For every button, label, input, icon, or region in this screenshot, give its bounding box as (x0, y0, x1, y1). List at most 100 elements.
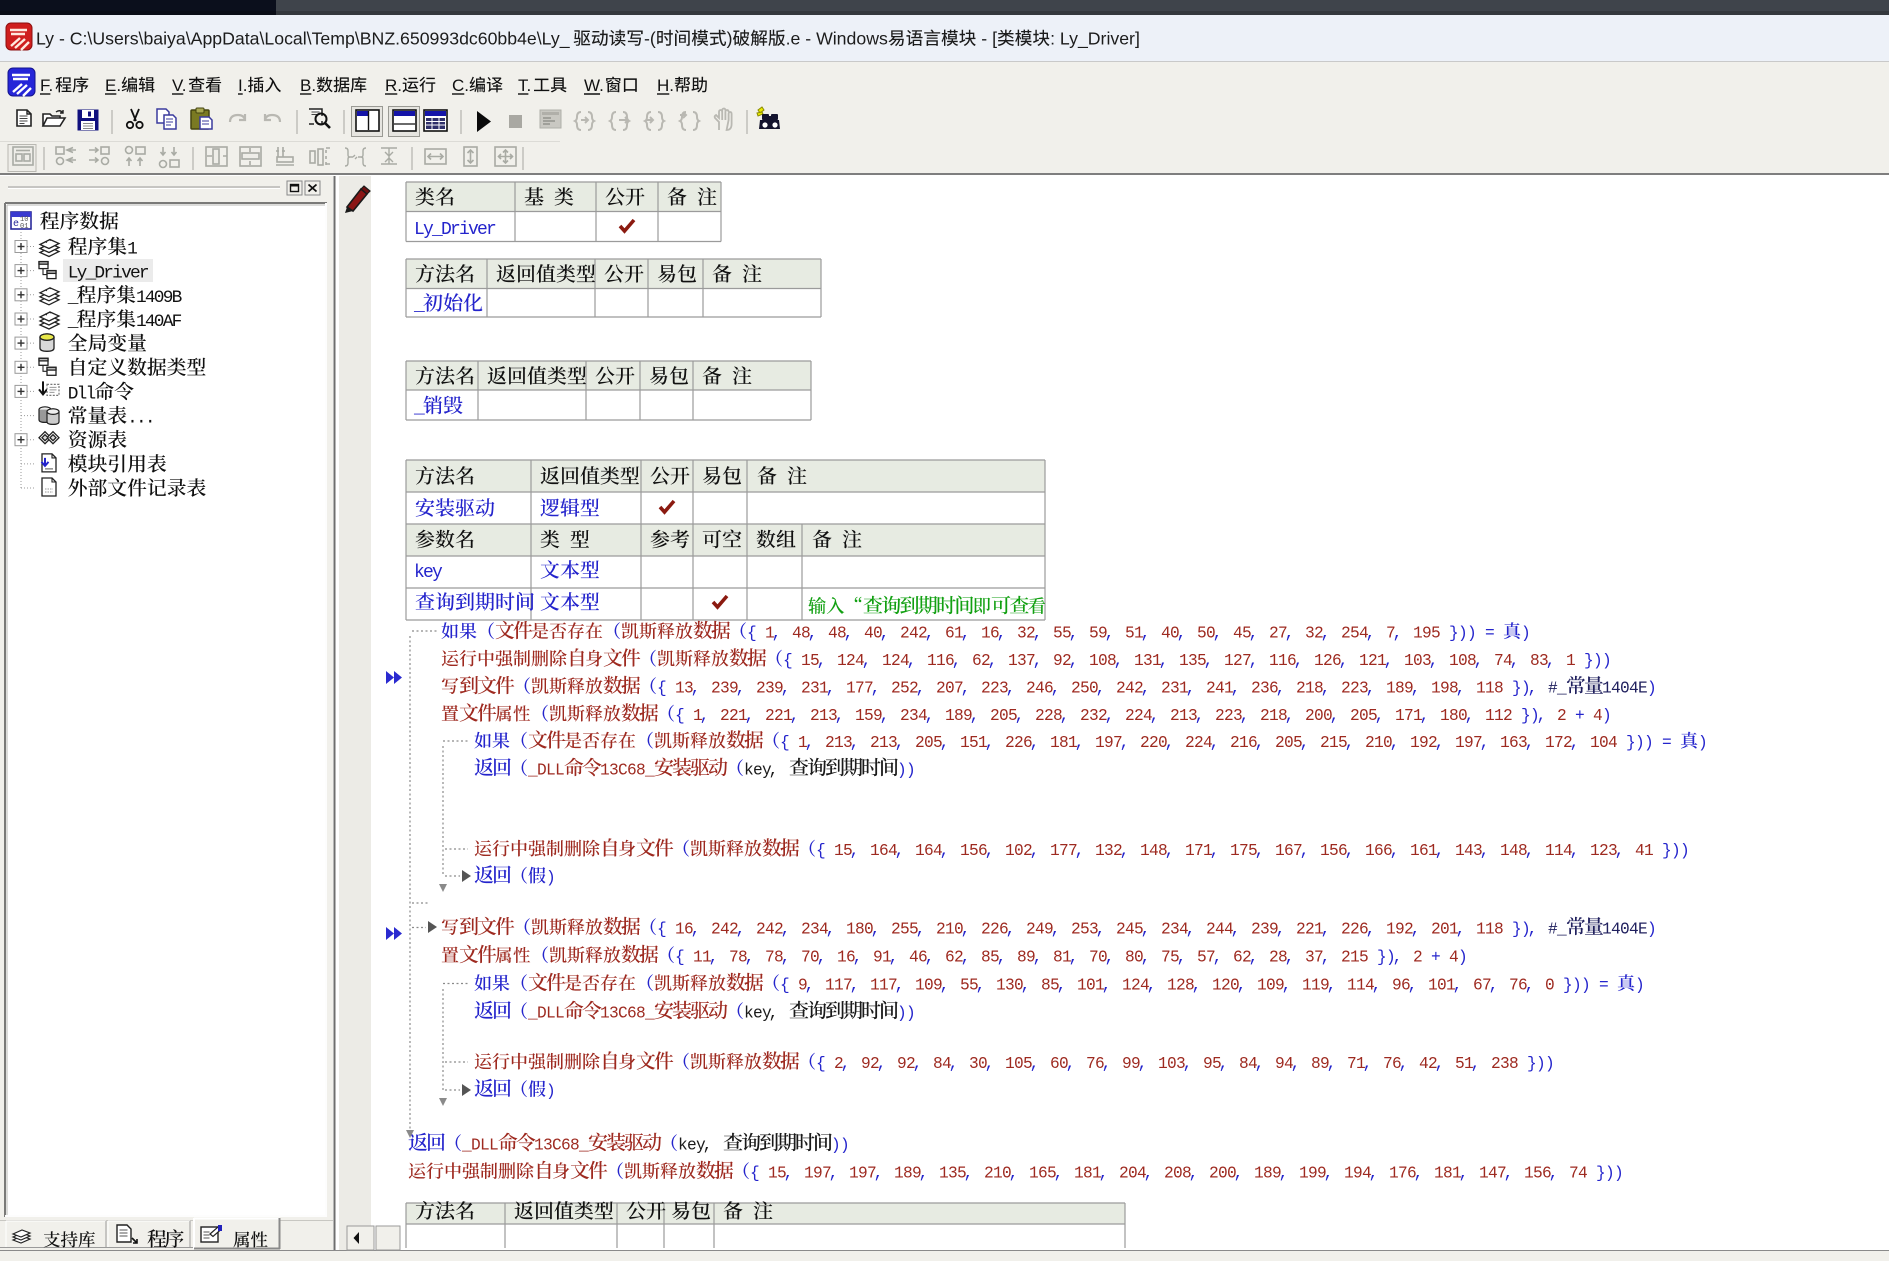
svg-text:156: 156 (960, 842, 987, 860)
svg-text:,: , (925, 949, 935, 967)
svg-text:116: 116 (927, 652, 954, 670)
svg-text:,: , (1528, 680, 1538, 698)
svg-text:,: , (769, 762, 779, 780)
svg-text:,: , (745, 707, 755, 725)
svg-text:109: 109 (915, 977, 942, 995)
svg-text:0: 0 (1545, 977, 1554, 995)
svg-text:C.: C. (452, 76, 469, 95)
svg-text:,: , (772, 625, 782, 643)
svg-text:key: key (414, 563, 443, 583)
svg-text:,: , (1435, 734, 1445, 752)
svg-text:,: , (1363, 1055, 1373, 1073)
svg-text:249: 249 (1026, 921, 1053, 939)
svg-text:,: , (862, 652, 872, 670)
svg-text:,: , (1006, 921, 1016, 939)
svg-text:189: 189 (945, 707, 972, 725)
svg-text:1: 1 (127, 240, 137, 260)
svg-text:,: , (961, 625, 971, 643)
svg-text:231: 231 (801, 680, 828, 698)
svg-text:,: , (895, 842, 905, 860)
svg-text:,: , (1141, 680, 1151, 698)
svg-text:,: , (1411, 921, 1421, 939)
svg-text:,: , (940, 842, 950, 860)
svg-text:,: , (745, 949, 755, 967)
svg-text:,: , (1510, 652, 1520, 670)
svg-text:01: 01 (20, 223, 28, 231)
svg-text:,: , (1033, 949, 1043, 967)
svg-text:118: 118 (1476, 921, 1503, 939)
svg-text:,: , (1096, 921, 1106, 939)
svg-text:,: , (844, 625, 854, 643)
svg-text:,: , (1105, 707, 1115, 725)
svg-text:104: 104 (1590, 734, 1617, 752)
svg-text:,: , (817, 652, 827, 670)
svg-text:,: , (1231, 921, 1241, 939)
svg-text:,: , (1150, 707, 1160, 725)
svg-text:,: , (913, 1055, 923, 1073)
svg-text:124: 124 (1122, 977, 1149, 995)
svg-text:,: , (1213, 949, 1223, 967)
svg-text:...: ... (127, 409, 154, 429)
svg-text:,: , (1375, 707, 1385, 725)
svg-text:177: 177 (1050, 842, 1077, 860)
svg-text:,: , (1255, 734, 1265, 752)
svg-text:,: , (1183, 1055, 1193, 1073)
svg-text:103: 103 (1158, 1055, 1185, 1073)
svg-text:=: = (1599, 977, 1608, 995)
svg-text:189: 189 (1386, 680, 1413, 698)
svg-text:207: 207 (936, 680, 963, 698)
svg-text:,: , (781, 680, 791, 698)
svg-text:,: , (1147, 977, 1157, 995)
svg-text:74: 74 (1569, 1165, 1587, 1183)
svg-text:): ) (1647, 921, 1656, 939)
svg-text:,: , (1285, 625, 1295, 643)
svg-text:,: , (1189, 1165, 1199, 1183)
svg-text:,: , (880, 707, 890, 725)
svg-text:2: 2 (1413, 949, 1422, 967)
svg-text:204: 204 (1119, 1165, 1146, 1183)
svg-text:197: 197 (1095, 734, 1122, 752)
svg-text:,: , (1141, 625, 1151, 643)
svg-text:,: , (1321, 680, 1331, 698)
svg-text:1: 1 (1566, 652, 1575, 670)
svg-text:): ) (1521, 625, 1530, 643)
svg-text:,: , (925, 625, 935, 643)
svg-text:})): })) (1563, 977, 1590, 995)
svg-text:,: , (700, 707, 710, 725)
svg-text:223: 223 (1341, 680, 1368, 698)
svg-text:226: 226 (1341, 921, 1368, 939)
svg-text:181: 181 (1050, 734, 1077, 752)
svg-text:234: 234 (801, 921, 828, 939)
svg-text:,: , (1393, 625, 1403, 643)
svg-text:231: 231 (1161, 680, 1188, 698)
svg-text:13C68_: 13C68_ (600, 1005, 655, 1023)
svg-text:,: , (925, 707, 935, 725)
svg-text:226: 226 (981, 921, 1008, 939)
svg-text:,: , (1471, 1055, 1481, 1073)
svg-text:): ) (1647, 680, 1656, 698)
svg-text:241: 241 (1206, 680, 1233, 698)
svg-text:213: 213 (810, 707, 837, 725)
svg-text:,: , (841, 1055, 851, 1073)
svg-text:198: 198 (1431, 680, 1458, 698)
svg-text:242: 242 (711, 921, 738, 939)
svg-text:242: 242 (900, 625, 927, 643)
svg-text:,: , (850, 734, 860, 752)
svg-text:189: 189 (894, 1165, 921, 1183)
svg-text:,: , (1504, 1165, 1514, 1183)
svg-text:,: , (1249, 652, 1259, 670)
svg-text:{: { (750, 1165, 759, 1183)
svg-text:Ly_Driver: Ly_Driver (68, 264, 149, 284)
svg-text:,: , (1030, 842, 1040, 860)
svg-text:253: 253 (1071, 921, 1098, 939)
svg-text:,: , (1279, 1165, 1289, 1183)
svg-text:210: 210 (936, 921, 963, 939)
svg-text:,: , (1414, 1165, 1424, 1183)
svg-text:,: , (805, 977, 815, 995)
svg-text:Ly_Driver: Ly_Driver (414, 220, 496, 240)
svg-text:234: 234 (1161, 921, 1188, 939)
svg-text:})): })) (1662, 842, 1689, 860)
svg-text:199: 199 (1299, 1165, 1326, 1183)
svg-text:,: , (916, 680, 926, 698)
svg-text:116: 116 (1269, 652, 1296, 670)
